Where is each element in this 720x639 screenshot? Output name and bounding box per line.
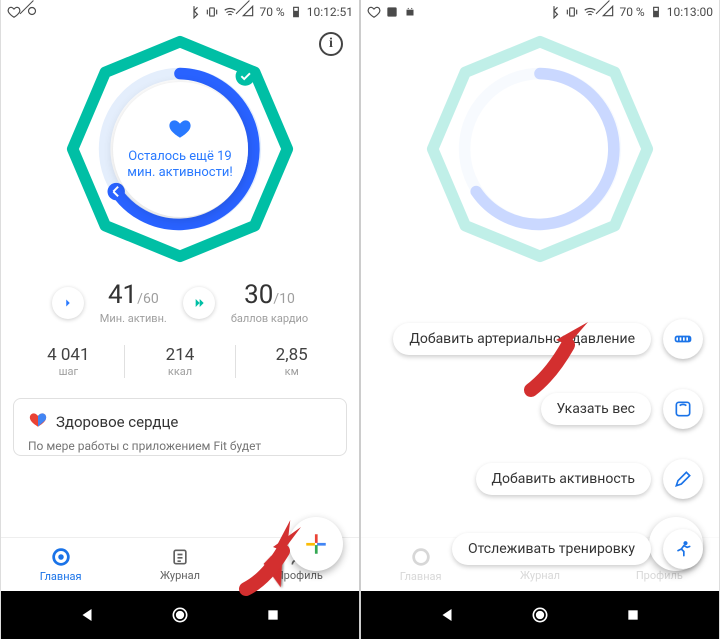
bluetooth-icon <box>547 5 561 19</box>
center-summary[interactable]: Осталось ещё 19 мин. активности! <box>113 82 248 217</box>
cardio-metric[interactable]: 30/10 баллов кардио <box>231 280 308 325</box>
action-weight[interactable]: Указать вес <box>541 389 703 429</box>
heart-rate-icon <box>367 5 381 19</box>
heart-rate-icon <box>7 5 21 19</box>
move-chevron-button[interactable] <box>52 287 84 319</box>
card-body: По мере работы с приложением Fit будет <box>28 439 332 455</box>
status-bar: 70 % 10:13:00 <box>361 0 719 24</box>
healthy-heart-card[interactable]: Здоровое сердце По мере работы с приложе… <box>13 398 347 456</box>
metrics-row: 41/60 Мин. активн. 30/10 баллов кардио <box>1 274 359 327</box>
blood-pressure-icon <box>663 319 703 359</box>
action-add-activity[interactable]: Добавить активность <box>476 459 704 499</box>
scale-icon <box>663 389 703 429</box>
android-navbar <box>361 591 719 639</box>
battery-text: 70 % <box>259 5 284 19</box>
no-sim-icon <box>241 4 255 21</box>
nav-recents-button[interactable] <box>623 605 643 625</box>
card-title: Здоровое сердце <box>56 413 178 431</box>
nav-back-button[interactable] <box>437 605 457 625</box>
pencil-icon <box>663 459 703 499</box>
left-screenshot: 70 % 10:12:51 i <box>1 0 359 639</box>
google-plus-icon <box>303 531 329 557</box>
image-icon <box>385 5 399 19</box>
fit-heart-icon <box>28 411 48 433</box>
nav-home-button[interactable] <box>170 605 190 625</box>
status-bar: 70 % 10:12:51 <box>1 0 359 24</box>
center-text: Осталось ещё 19 мин. активности! <box>123 149 238 180</box>
clock-text: 10:12:51 <box>307 5 353 19</box>
heart-icon <box>167 118 193 144</box>
android-navbar <box>1 591 359 639</box>
vibrate-icon <box>205 5 219 19</box>
cardio-chevron-button[interactable] <box>183 287 215 319</box>
clock-text: 10:13:00 <box>667 5 713 19</box>
bluetooth-icon <box>187 5 201 19</box>
tab-journal[interactable]: Журнал <box>120 538 239 591</box>
fab-menu: Добавить артериальное давление Указать в… <box>361 0 719 639</box>
action-track-workout[interactable]: Отслеживать тренировку <box>452 529 703 569</box>
km-cell[interactable]: 2,85 км <box>236 345 347 378</box>
tab-home[interactable]: Главная <box>1 538 120 591</box>
steps-cell[interactable]: 4 041 шаг <box>13 345 125 378</box>
location-off-icon <box>25 4 39 21</box>
battery-icon <box>289 5 303 19</box>
kcal-cell[interactable]: 214 ккал <box>125 345 237 378</box>
running-icon <box>663 529 703 569</box>
nav-recents-button[interactable] <box>263 605 283 625</box>
add-fab[interactable] <box>289 517 343 571</box>
nav-home-button[interactable] <box>530 605 550 625</box>
nav-back-button[interactable] <box>77 605 97 625</box>
no-sim-icon <box>601 4 615 21</box>
battery-icon <box>649 5 663 19</box>
right-screenshot: 70 % 10:13:00 Главная <box>361 0 719 639</box>
action-blood-pressure[interactable]: Добавить артериальное давление <box>393 319 703 359</box>
activity-rings: Осталось ещё 19 мин. активности! <box>1 24 359 274</box>
android-icon <box>403 5 417 19</box>
vibrate-icon <box>565 5 579 19</box>
move-metric[interactable]: 41/60 Мин. активн. <box>100 280 167 325</box>
summary-row: 4 041 шаг 214 ккал 2,85 км <box>1 327 359 390</box>
battery-text: 70 % <box>619 5 644 19</box>
